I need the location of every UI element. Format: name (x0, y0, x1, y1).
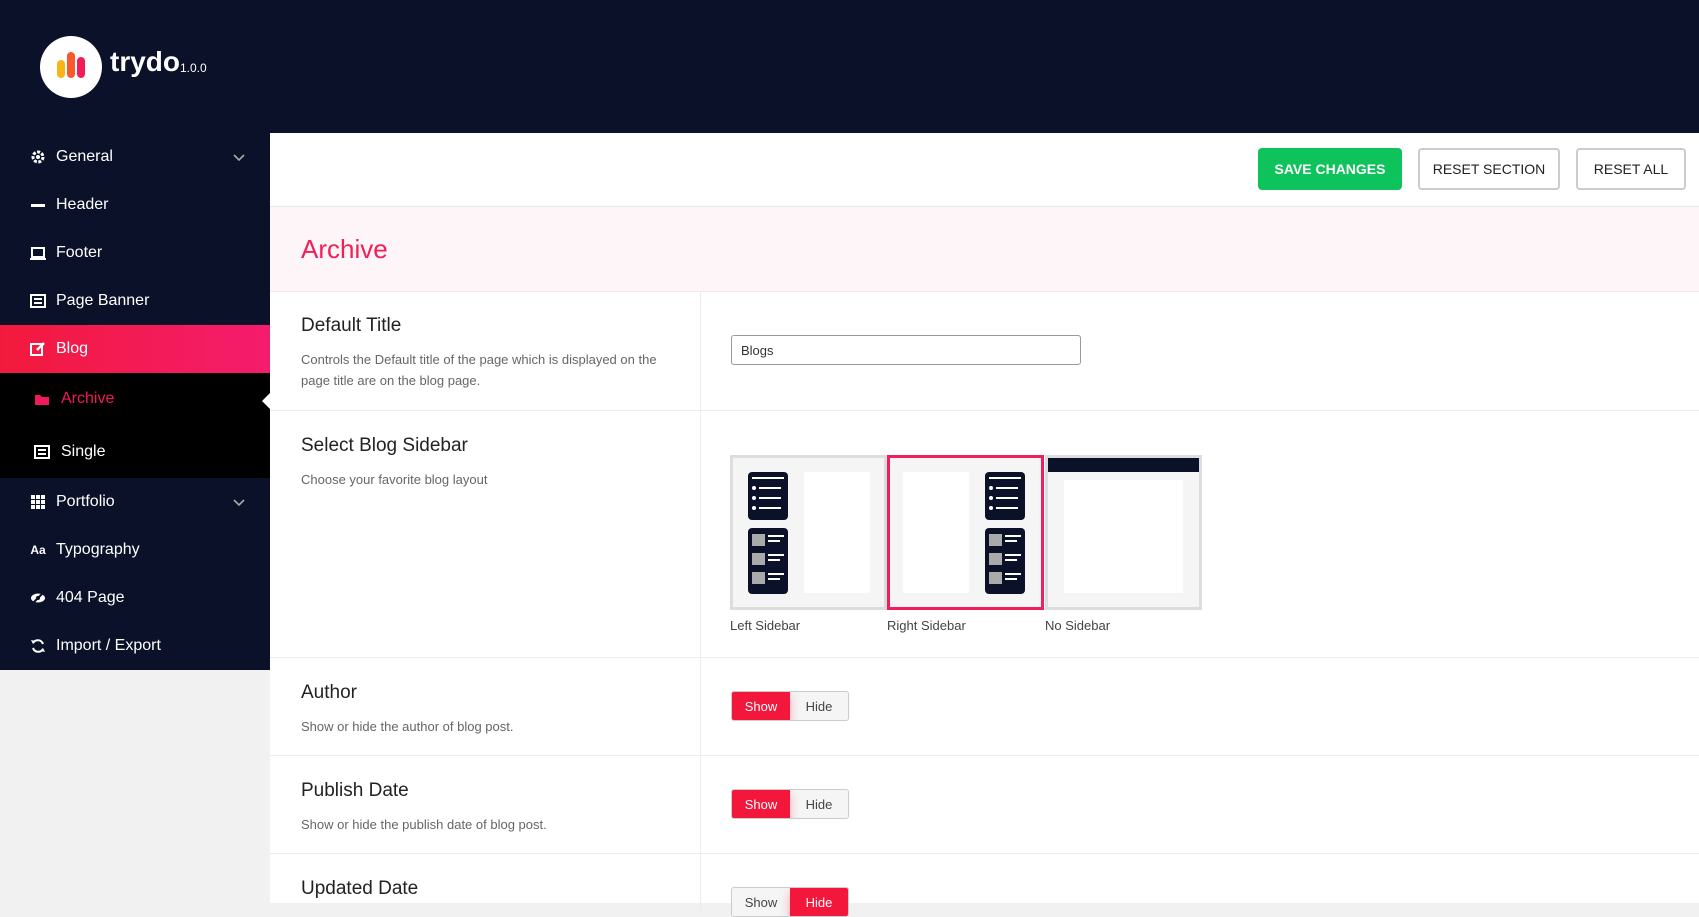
field-blog-sidebar: Select Blog Sidebar Choose your favorite… (270, 411, 1699, 658)
sidebar-item-label: Portfolio (56, 493, 115, 510)
sidebar-item-label: Header (56, 196, 109, 213)
column-divider (700, 291, 701, 410)
field-description: Show or hide the publish date of blog po… (301, 817, 547, 832)
field-default-title: Default Title Controls the Default title… (270, 291, 1699, 411)
layout-option-left-sidebar[interactable]: Left Sidebar (730, 455, 887, 633)
laptop-icon (29, 244, 47, 262)
column-divider (700, 658, 701, 755)
layout-option-no-sidebar[interactable]: No Sidebar (1045, 455, 1202, 633)
layout-option-right-sidebar[interactable]: Right Sidebar (887, 455, 1044, 633)
layout-option-caption: Right Sidebar (887, 618, 966, 633)
section-title: Archive (301, 234, 388, 264)
field-updated-date: Updated Date Show Hide (270, 854, 1699, 917)
left-sidebar-thumbnail (748, 472, 870, 594)
top-bar: trydo 1.0.0 (0, 0, 1699, 133)
sidebar-item-label: Import / Export (56, 637, 161, 654)
active-caret (262, 393, 270, 409)
sidebar-item-header[interactable]: Header (0, 181, 270, 229)
field-description: Show or hide the author of blog post. (301, 719, 514, 734)
reset-section-button[interactable]: RESET SECTION (1418, 148, 1560, 190)
minus-icon (29, 196, 47, 214)
publish-date-show-option[interactable]: Show (732, 790, 790, 818)
field-title: Default Title (301, 315, 402, 336)
sidebar-subitem-single[interactable]: Single (0, 426, 270, 478)
folder-icon (34, 391, 50, 407)
field-author: Author Show or hide the author of blog p… (270, 658, 1699, 756)
chevron-down-icon (232, 495, 246, 509)
action-bar: SAVE CHANGES RESET SECTION RESET ALL (270, 133, 1699, 207)
sidebar-subitem-label: Single (61, 443, 106, 460)
chevron-down-icon (232, 150, 246, 164)
reset-all-button[interactable]: RESET ALL (1576, 148, 1686, 190)
brand-name: trydo (110, 46, 180, 77)
column-divider (700, 854, 701, 914)
author-toggle: Show Hide (731, 691, 849, 721)
main-panel: SAVE CHANGES RESET SECTION RESET ALL Arc… (270, 133, 1699, 917)
typography-icon: Aa (30, 543, 46, 557)
field-publish-date: Publish Date Show or hide the publish da… (270, 756, 1699, 854)
field-description: Controls the Default title of the page w… (301, 352, 657, 388)
sidebar-item-footer[interactable]: Footer (0, 229, 270, 277)
updated-date-toggle: Show Hide (731, 887, 849, 917)
section-header: Archive (270, 207, 1699, 292)
sidebar-item-label: Footer (56, 244, 103, 261)
field-title: Select Blog Sidebar (301, 435, 468, 456)
sidebar-subitem-archive[interactable]: Archive (0, 373, 270, 425)
author-show-option[interactable]: Show (732, 692, 790, 720)
publish-date-hide-option[interactable]: Hide (790, 790, 848, 818)
edit-icon (29, 340, 47, 358)
no-sidebar-thumbnail (1048, 458, 1199, 593)
sidebar-item-label: Typography (56, 541, 140, 558)
column-divider (700, 411, 701, 657)
blog-submenu: Archive Single (0, 373, 270, 478)
eye-slash-icon (29, 589, 47, 607)
sidebar-item-typography[interactable]: Aa Typography (0, 526, 270, 574)
field-title: Publish Date (301, 780, 409, 801)
sidebar-item-portfolio[interactable]: Portfolio (0, 478, 270, 526)
banner-icon (29, 292, 47, 310)
publish-date-toggle: Show Hide (731, 789, 849, 819)
sidebar-item-404[interactable]: 404 Page (0, 574, 270, 622)
sidebar-item-label: Page Banner (56, 292, 150, 309)
sidebar-item-label: General (56, 148, 113, 165)
layout-option-caption: Left Sidebar (730, 618, 801, 633)
save-changes-button[interactable]: SAVE CHANGES (1258, 148, 1402, 190)
sidebar: General Header Footer Page Banner Blog A… (0, 133, 270, 670)
updated-date-hide-option[interactable]: Hide (790, 888, 848, 916)
refresh-icon (29, 637, 47, 655)
field-title: Updated Date (301, 878, 419, 899)
column-divider (700, 756, 701, 853)
grid-icon (29, 493, 47, 511)
sidebar-item-blog[interactable]: Blog (0, 325, 270, 373)
field-description: Choose your favorite blog layout (301, 472, 488, 487)
right-sidebar-thumbnail (903, 472, 1025, 594)
sidebar-item-label: 404 Page (56, 589, 125, 606)
sidebar-subitem-label: Archive (61, 390, 115, 407)
default-title-input[interactable] (731, 335, 1081, 365)
updated-date-show-option[interactable]: Show (732, 888, 790, 916)
sidebar-item-general[interactable]: General (0, 133, 270, 181)
gear-icon (29, 148, 47, 166)
sidebar-item-label: Blog (56, 340, 89, 357)
version-label: 1.0.0 (180, 61, 207, 75)
author-hide-option[interactable]: Hide (790, 692, 848, 720)
list-icon (34, 444, 50, 460)
layout-option-caption: No Sidebar (1045, 618, 1111, 633)
sidebar-item-import-export[interactable]: Import / Export (0, 622, 270, 670)
field-title: Author (301, 682, 357, 703)
logo (40, 36, 102, 98)
sidebar-item-page-banner[interactable]: Page Banner (0, 277, 270, 325)
